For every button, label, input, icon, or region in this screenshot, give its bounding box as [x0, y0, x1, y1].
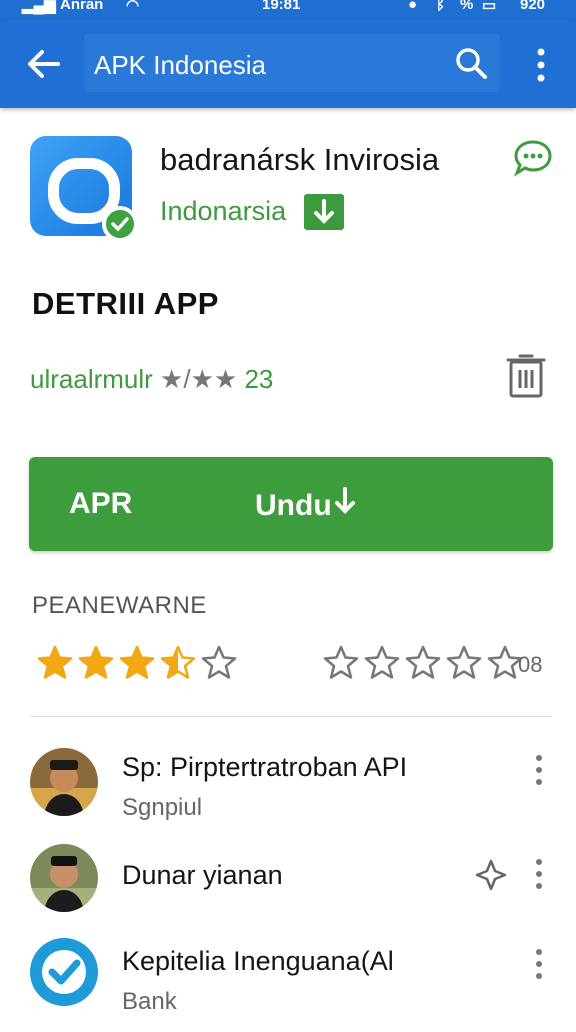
- list-item-subtitle: Sgnpiul: [122, 794, 203, 821]
- list-item-more-icon[interactable]: [530, 946, 548, 982]
- verified-check-icon: [102, 206, 138, 242]
- list-item-title: Dunar yianan: [122, 860, 283, 890]
- search-icon[interactable]: [454, 46, 488, 80]
- list-item-subtitle: Bank: [122, 988, 177, 1015]
- star-empty-icon[interactable]: [200, 644, 238, 682]
- rating-label: ulraalrmulr: [30, 364, 153, 394]
- user-rating-stars[interactable]: [36, 644, 241, 684]
- star-filled-icon[interactable]: [77, 644, 115, 682]
- rating-count: 23: [244, 364, 274, 394]
- check-badge-icon: [30, 938, 98, 1006]
- bluetooth-icon: ᛒ: [436, 0, 446, 13]
- battery-label: 920: [520, 0, 546, 13]
- divider: [30, 716, 552, 717]
- download-badge-icon: [304, 194, 344, 230]
- star-filled-icon[interactable]: [159, 644, 197, 682]
- section-title: DETRIII APP: [32, 286, 219, 321]
- rating-summary: ulraalrmulr ★/★★ 23: [30, 364, 273, 395]
- carrier-label: Anran: [60, 0, 104, 13]
- install-button-left-label: APR: [69, 487, 133, 520]
- star-empty-icon[interactable]: [363, 644, 401, 682]
- app-bar: APK Indonesia: [0, 20, 576, 108]
- avatar: [30, 844, 98, 912]
- app-title: badranársk Invirosia: [160, 142, 440, 177]
- status-bar: ▂▄▆ Anran ◠ 19:81 ● ᛒ % ▭ 920: [0, 0, 576, 20]
- star-filled-icon[interactable]: [118, 644, 156, 682]
- star-empty-icon[interactable]: [322, 644, 360, 682]
- list-item[interactable]: Sp: Pirptertratroban API Sgnpiul: [0, 744, 576, 840]
- install-button[interactable]: APR Undu: [29, 457, 553, 551]
- list-item[interactable]: Dunar yianan: [0, 840, 576, 936]
- rate-app-stars[interactable]: [322, 644, 527, 684]
- list-item[interactable]: Kepitelia Inenguana(Al Bank: [0, 936, 576, 1032]
- star-empty-icon[interactable]: [445, 644, 483, 682]
- star-empty-icon[interactable]: [404, 644, 442, 682]
- overflow-menu-icon[interactable]: [524, 46, 558, 84]
- install-button-right-label: Undu: [255, 487, 358, 523]
- percent-icon: %: [460, 0, 474, 13]
- back-arrow-icon[interactable]: [22, 42, 66, 86]
- app-icon: [30, 136, 138, 242]
- app-developer[interactable]: Indonarsia: [160, 196, 286, 227]
- download-arrow-icon: [334, 487, 355, 514]
- reviews-heading: PEANEWARNE: [32, 592, 207, 619]
- list-item-title: Sp: Pirptertratroban API: [122, 752, 408, 782]
- alarm-icon: ●: [408, 0, 418, 13]
- battery-icon: ▭: [482, 0, 497, 14]
- clock: 19:81: [262, 0, 301, 13]
- search-query: APK Indonesia: [94, 50, 267, 80]
- rating-stars-text: ★/★★: [160, 364, 238, 394]
- pin-icon[interactable]: [474, 858, 508, 892]
- trash-icon[interactable]: [506, 352, 546, 398]
- signal-icon: ▂▄▆: [22, 0, 56, 14]
- list-item-more-icon[interactable]: [530, 856, 548, 892]
- chat-bubble-icon[interactable]: [512, 138, 554, 178]
- list-item-more-icon[interactable]: [530, 752, 548, 788]
- list-item-title: Kepitelia Inenguana(Al: [122, 946, 394, 976]
- star-filled-icon[interactable]: [36, 644, 74, 682]
- search-field[interactable]: APK Indonesia: [84, 34, 500, 92]
- wifi-icon: ◠: [126, 0, 140, 14]
- review-count: 08: [518, 652, 543, 677]
- avatar: [30, 748, 98, 816]
